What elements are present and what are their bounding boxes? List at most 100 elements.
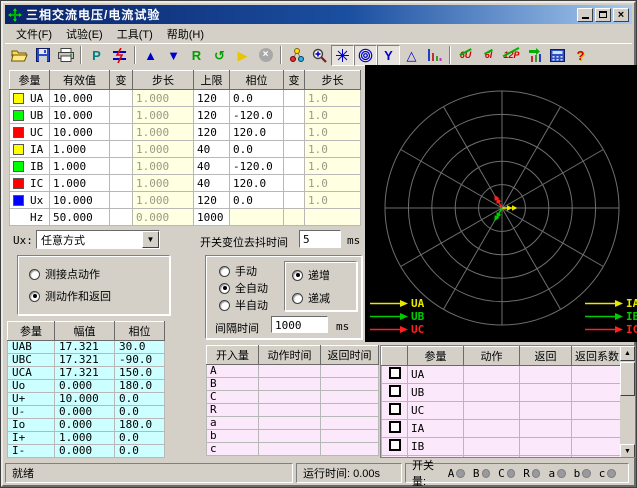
phase-cell[interactable]: 0.0	[230, 192, 284, 209]
reset-button[interactable]: R	[185, 45, 208, 66]
var-cell[interactable]	[110, 209, 133, 226]
var-cell[interactable]	[110, 175, 133, 192]
row-checkbox[interactable]	[389, 457, 401, 458]
menu-file[interactable]: 文件(F)	[9, 24, 59, 44]
minimize-button[interactable]	[577, 8, 593, 22]
rms-cell[interactable]: 50.000	[50, 209, 110, 226]
interval-input[interactable]: 1000	[271, 316, 328, 333]
var-cell[interactable]	[284, 158, 305, 175]
phase-cell[interactable]: 0.0	[230, 90, 284, 107]
var-cell[interactable]	[110, 141, 133, 158]
scroll-up-icon[interactable]: ▲	[620, 346, 635, 361]
var-cell[interactable]	[110, 158, 133, 175]
y-connection-toggle[interactable]: Y	[377, 45, 400, 66]
menu-help[interactable]: 帮助(H)	[160, 24, 211, 44]
print-button[interactable]	[54, 45, 77, 66]
var-cell[interactable]	[110, 107, 133, 124]
maximize-button[interactable]	[595, 8, 611, 22]
radio-contact-action[interactable]: 测接点动作	[29, 266, 100, 282]
var-cell[interactable]	[110, 90, 133, 107]
var-cell[interactable]	[110, 124, 133, 141]
circle-view-toggle[interactable]	[354, 45, 377, 66]
var-cell[interactable]	[284, 90, 305, 107]
step-cell[interactable]: 1.000	[133, 124, 194, 141]
row-checkbox[interactable]	[389, 367, 401, 379]
rms-cell[interactable]: 10.000	[50, 124, 110, 141]
radio-increase[interactable]: 递增	[292, 267, 330, 283]
step-cell[interactable]: 0.000	[133, 209, 194, 226]
vector-view-toggle[interactable]	[331, 45, 354, 66]
step-cell[interactable]: 1.0	[305, 107, 361, 124]
row-checkbox[interactable]	[389, 421, 401, 433]
step-cell[interactable]: 1.000	[133, 90, 194, 107]
var-cell[interactable]	[284, 141, 305, 158]
step-cell[interactable]: 1.000	[133, 175, 194, 192]
row-checkbox[interactable]	[389, 403, 401, 415]
short-circuit-button[interactable]	[108, 45, 131, 66]
undo-button[interactable]: ↺	[208, 45, 231, 66]
output-state-button[interactable]	[523, 45, 546, 66]
step-cell[interactable]: 1.000	[133, 141, 194, 158]
var-cell[interactable]	[284, 192, 305, 209]
radio-decrease[interactable]: 递减	[292, 290, 330, 306]
step-cell[interactable]: 1.000	[133, 158, 194, 175]
step-cell[interactable]: 1.000	[133, 192, 194, 209]
step-cell[interactable]: 1.0	[305, 175, 361, 192]
step-cell[interactable]: 1.0	[305, 192, 361, 209]
open-button[interactable]	[8, 45, 31, 66]
six-current-button[interactable]: 6I	[477, 45, 500, 66]
step-cell[interactable]: 1.000	[133, 107, 194, 124]
limit-cell[interactable]: 120	[194, 192, 230, 209]
radio-action-return[interactable]: 测动作和返回	[29, 288, 111, 304]
phase-cell[interactable]: 0.0	[230, 141, 284, 158]
title-bar[interactable]: 三相交流电压/电流试验 ×	[5, 5, 632, 24]
var-cell[interactable]	[110, 192, 133, 209]
six-voltage-button[interactable]: 6U	[454, 45, 477, 66]
step-up-button[interactable]: ▲	[139, 45, 162, 66]
limit-cell[interactable]: 40	[194, 175, 230, 192]
debounce-input[interactable]: 5	[299, 230, 341, 248]
row-checkbox[interactable]	[389, 385, 401, 397]
step-cell[interactable]: 1.0	[305, 158, 361, 175]
limit-cell[interactable]: 40	[194, 141, 230, 158]
row-checkbox[interactable]	[389, 439, 401, 451]
vertical-scrollbar[interactable]: ▲ ▼	[620, 346, 635, 458]
rms-cell[interactable]: 10.000	[50, 90, 110, 107]
radio-manual[interactable]: 手动	[219, 263, 257, 279]
limit-cell[interactable]: 120	[194, 124, 230, 141]
rms-cell[interactable]: 10.000	[50, 107, 110, 124]
step-cell[interactable]: 1.0	[305, 124, 361, 141]
scrollbar-thumb[interactable]	[620, 362, 635, 396]
twelve-phase-button[interactable]: 12P	[500, 45, 523, 66]
step-cell[interactable]: 1.0	[305, 90, 361, 107]
rms-cell[interactable]: 1.000	[50, 175, 110, 192]
rms-cell[interactable]: 1.000	[50, 158, 110, 175]
scroll-down-icon[interactable]: ▼	[620, 444, 635, 458]
help-button[interactable]: ?	[569, 45, 592, 66]
ux-mode-select[interactable]: 任意方式 ▼	[36, 230, 160, 249]
stop-button[interactable]: ×	[254, 45, 277, 66]
save-button[interactable]	[31, 45, 54, 66]
radio-full-auto[interactable]: 全自动	[219, 280, 268, 296]
limit-cell[interactable]: 40	[194, 158, 230, 175]
close-button[interactable]: ×	[613, 8, 629, 22]
rms-cell[interactable]: 10.000	[50, 192, 110, 209]
limit-cell[interactable]: 1000	[194, 209, 230, 226]
var-cell[interactable]	[284, 175, 305, 192]
var-cell[interactable]	[284, 107, 305, 124]
limit-cell[interactable]: 120	[194, 107, 230, 124]
calculator-button[interactable]	[546, 45, 569, 66]
chevron-down-icon[interactable]: ▼	[142, 231, 159, 248]
phase-cell[interactable]: 120.0	[230, 124, 284, 141]
phase-cell[interactable]: 120.0	[230, 175, 284, 192]
var-cell[interactable]	[284, 124, 305, 141]
menu-test[interactable]: 试验(E)	[59, 24, 110, 44]
limit-cell[interactable]: 120	[194, 90, 230, 107]
harmonics-button[interactable]	[423, 45, 446, 66]
step-cell[interactable]: 1.0	[305, 141, 361, 158]
start-button[interactable]: ▶	[231, 45, 254, 66]
phase-cell[interactable]: -120.0	[230, 158, 284, 175]
pause-output-button[interactable]: P	[85, 45, 108, 66]
rms-cell[interactable]: 1.000	[50, 141, 110, 158]
phase-node-button[interactable]	[285, 45, 308, 66]
